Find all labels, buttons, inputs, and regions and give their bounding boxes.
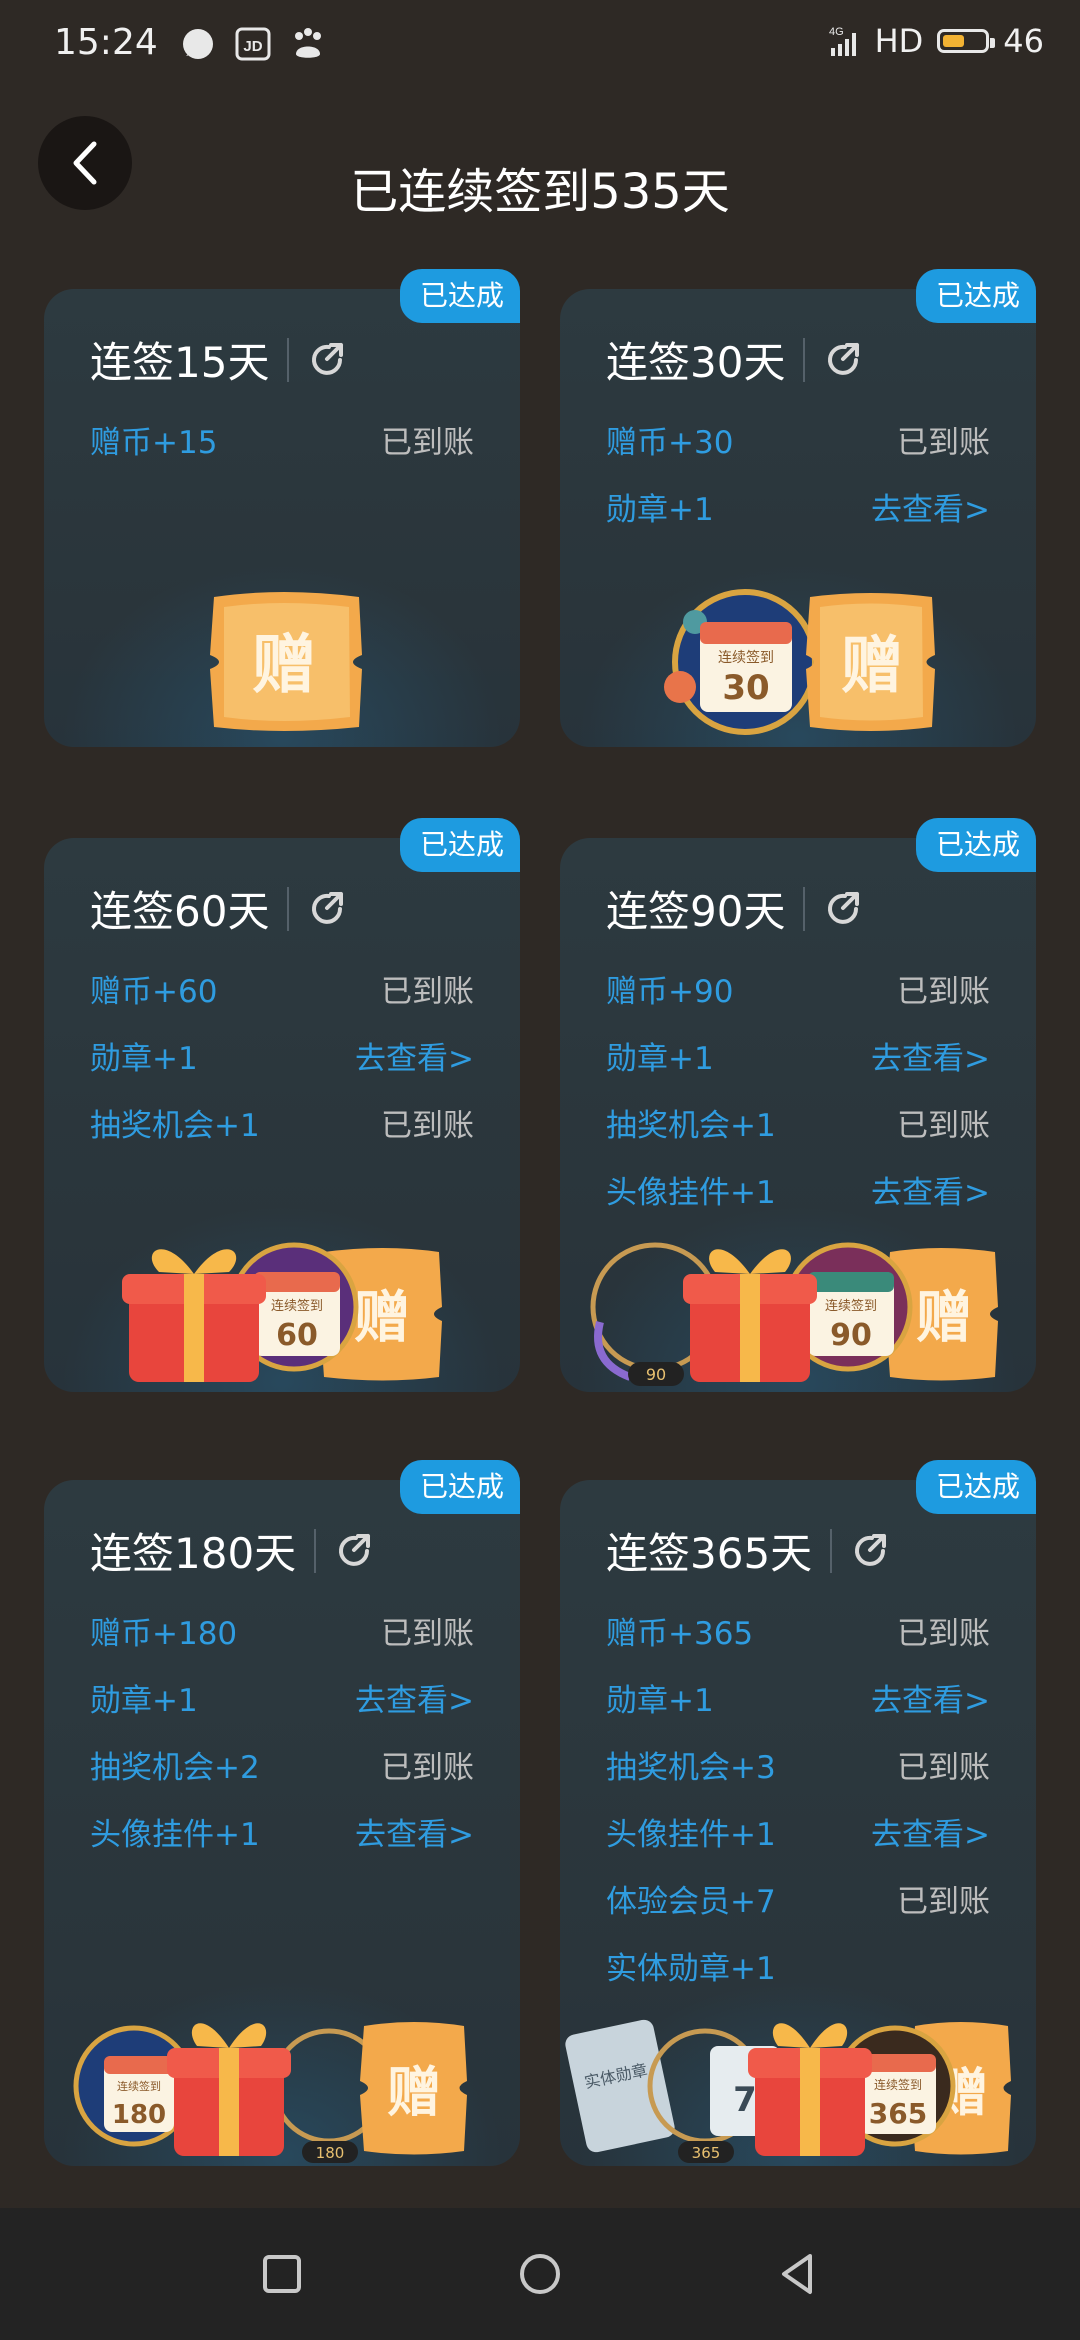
svg-text:赠: 赠 [841,629,903,702]
svg-text:90: 90 [830,1318,872,1353]
jd-app-icon: JD [235,27,271,61]
card-title: 连签365天 [606,1529,813,1578]
reward-row: 赠币+15 已到账 [90,425,474,461]
reward-card-15: 已达成 连签15天 赠币+15 已到账 赠 [44,269,520,747]
view-link: 去查看> [871,1041,990,1077]
svg-text:7: 7 [733,2080,757,2120]
reward-row: 抽奖机会+1 已到账 [606,1108,990,1144]
view-link: 去查看> [871,1683,990,1719]
reward-row: 抽奖机会+1 已到账 [90,1108,474,1144]
gift-box-icon [167,2023,291,2156]
hd-indicator: HD [874,22,924,60]
back-nav-icon[interactable] [772,2248,824,2300]
reward-illustration: 赠 [210,592,362,731]
svg-text:30: 30 [722,668,769,708]
baidu-paw-icon [295,28,321,58]
svg-text:180: 180 [316,2144,345,2162]
reward-illustration: 赠 连续签到 60 [122,1242,442,1382]
share-icon[interactable] [823,889,863,929]
reward-row: 赠币+180 已到账 [90,1616,474,1652]
reward-row[interactable]: 勋章+1 去查看> [606,1033,990,1100]
svg-text:赠: 赠 [387,2061,441,2124]
status-right-group: 4G HD 46 [827,22,1044,60]
card-title: 连签90天 [606,887,786,936]
achieved-badge: 已达成 [399,269,520,323]
reward-row[interactable]: 头像挂件+1 去查看> [90,1809,474,1876]
card-title: 连签30天 [606,338,786,387]
battery-level: 46 [1003,22,1044,60]
card-title: 连签180天 [90,1529,297,1578]
svg-text:连续签到: 连续签到 [271,1298,323,1314]
gift-ticket-icon: 赠 [360,2022,467,2155]
view-link: 去查看> [355,1683,474,1719]
reward-card-180: 已达成 连签180天 赠币+180 已到账 勋章+1 去查看> 抽奖机会+2 已到账 … [44,1460,520,2166]
checkin-medal-icon: 连续签到 30 [664,589,818,735]
reward-row: 赠币+60 已到账 [90,974,474,1010]
reward-illustration: 实体勋章 365 7 赠 连续签到 365 [565,2019,1011,2163]
signal-4g-icon: 4G [829,26,856,56]
card-title: 连签60天 [90,887,270,936]
view-link: 去查看> [871,1817,990,1853]
svg-text:60: 60 [276,1318,318,1353]
share-icon[interactable] [307,340,347,380]
view-link: 去查看> [355,1041,474,1077]
reward-card-365: 已达成 连签365天 赠币+365 已到账 勋章+1 去查看> 抽奖机会+3 已到账 … [560,1460,1036,2166]
achieved-badge: 已达成 [915,269,1036,323]
svg-text:连续签到: 连续签到 [825,1298,877,1314]
svg-text:连续签到: 连续签到 [718,649,774,666]
chat-bubble-icon [183,29,213,59]
achieved-badge: 已达成 [399,1460,520,1514]
share-icon[interactable] [307,889,347,929]
gift-ticket-icon: 赠 [806,593,935,731]
achieved-badge: 已达成 [915,818,1036,872]
view-link: 去查看> [871,1175,990,1211]
svg-text:赠: 赠 [354,1286,410,1351]
svg-text:连续签到: 连续签到 [874,2077,922,2092]
reward-row: 赠币+365 已到账 [606,1616,990,1652]
achieved-badge: 已达成 [915,1460,1036,1514]
reward-card-30: 已达成 连签30天 赠币+30 已到账 勋章+1 去查看> 连续签到 30 赠 [560,269,1036,747]
reward-illustration: 连续签到 180 180 赠 [73,2022,467,2163]
reward-row: 体验会员+7 已到账 [606,1884,990,1920]
battery-icon [937,29,996,53]
share-icon[interactable] [823,340,863,380]
svg-text:365: 365 [692,2144,721,2162]
svg-text:4G: 4G [829,26,844,38]
svg-text:赠: 赠 [252,629,316,703]
page-title: 已连续签到535天 [350,164,730,220]
reward-row[interactable]: 勋章+1 去查看> [90,1033,474,1100]
share-icon[interactable] [850,1531,890,1571]
physical-medal-box-icon: 实体勋章 [565,2019,675,2153]
view-link: 去查看> [355,1817,474,1853]
gift-ticket-icon: 赠 [210,592,362,731]
reward-row[interactable]: 头像挂件+1 去查看> [606,1809,990,1876]
svg-text:赠: 赠 [916,1286,972,1351]
reward-card-90: 已达成 连签90天 赠币+90 已到账 勋章+1 去查看> 抽奖机会+1 已到账 头像… [560,818,1036,1392]
share-icon[interactable] [334,1531,374,1571]
svg-text:90: 90 [646,1365,666,1384]
reward-row[interactable]: 勋章+1 去查看> [90,1675,474,1742]
svg-text:JD: JD [243,38,262,55]
reward-row: 抽奖机会+3 已到账 [606,1750,990,1786]
reward-card-60: 已达成 连签60天 赠币+60 已到账 勋章+1 去查看> 抽奖机会+1 已到账 赠 … [44,818,520,1392]
reward-row: 赠币+30 已到账 [606,425,990,461]
system-nav-bar [0,2208,1080,2340]
status-time: 15:24 [54,22,158,63]
reward-row[interactable]: 勋章+1 去查看> [606,484,990,551]
svg-text:365: 365 [869,2097,927,2130]
home-icon[interactable] [514,2248,566,2300]
reward-illustration: 连续签到 30 赠 [664,589,935,735]
recent-apps-icon[interactable] [256,2248,308,2300]
card-title: 连签15天 [90,338,270,387]
svg-text:连续签到: 连续签到 [117,2079,161,2093]
status-bar: 15:24 JD 4G HD 46 [0,0,1080,90]
view-link: 去查看> [871,492,990,528]
reward-row[interactable]: 勋章+1 去查看> [606,1675,990,1742]
reward-row: 抽奖机会+2 已到账 [90,1750,474,1786]
achieved-badge: 已达成 [399,818,520,872]
svg-text:180: 180 [112,2100,166,2130]
reward-illustration: 90 赠 连续签到 90 [590,1242,998,1386]
reward-row: 赠币+90 已到账 [606,974,990,1010]
